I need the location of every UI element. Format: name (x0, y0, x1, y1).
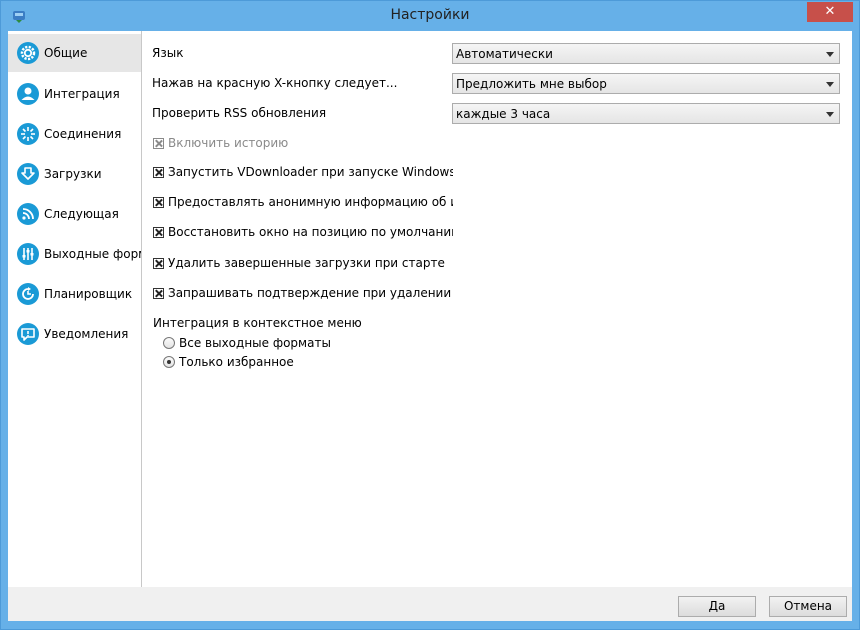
checkbox-box[interactable] (153, 257, 164, 269)
general-settings-panel: Язык Автоматически Нажав на красную X-кн… (142, 31, 852, 587)
sidebar-item-integration[interactable]: Интеграция (8, 75, 141, 113)
checkbox-label: Запрашивать подтверждение при удалении н… (168, 286, 453, 300)
ok-button[interactable]: Да (678, 596, 756, 617)
sidebar-item-label: Общие (44, 46, 88, 60)
checkbox-label: Предоставлять анонимную информацию об ис… (168, 195, 453, 209)
checkbox-label: Восстановить окно на позицию по умолчани… (168, 225, 453, 239)
checkbox-label: Включить историю (168, 136, 289, 150)
checkbox-box[interactable] (153, 287, 164, 299)
anonymous-usage-checkbox[interactable]: Предоставлять анонимную информацию об ис… (153, 195, 453, 209)
context-menu-label: Интеграция в контекстное меню (153, 316, 362, 330)
dropdown-arrow-icon (826, 112, 834, 117)
sidebar-item-label: Уведомления (44, 327, 129, 341)
client-area: Общие Интеграция Соединения Загрузки Сле… (8, 31, 852, 621)
settings-window: Настройки ✕ Общие Интеграция Соединения … (0, 0, 860, 630)
language-dropdown[interactable]: Автоматически (452, 43, 840, 64)
sidebar-item-next[interactable]: Следующая (8, 195, 141, 233)
enable-history-checkbox[interactable]: Включить историю (153, 136, 453, 150)
download-icon (17, 163, 39, 185)
gear-icon (17, 42, 39, 64)
sidebar-item-label: Выходные форматы (44, 247, 141, 261)
sidebar-item-label: Следующая (44, 207, 119, 221)
language-label: Язык (152, 46, 184, 60)
window-title: Настройки (390, 7, 470, 23)
dropdown-value: каждые 3 часа (456, 107, 551, 121)
checkbox-label: Удалить завершенные загрузки при старте (168, 256, 445, 270)
close-button[interactable]: ✕ (807, 2, 853, 22)
sidebar-item-label: Планировщик (44, 287, 133, 301)
rss-check-label: Проверить RSS обновления (152, 106, 327, 120)
dropdown-value: Предложить мне выбор (456, 77, 607, 91)
dropdown-arrow-icon (826, 52, 834, 57)
dropdown-value: Автоматически (456, 47, 553, 61)
close-action-dropdown[interactable]: Предложить мне выбор (452, 73, 840, 94)
sidebar-item-notifications[interactable]: Уведомления (8, 315, 141, 353)
sidebar-item-output-formats[interactable]: Выходные форматы (8, 235, 141, 273)
sidebar-item-downloads[interactable]: Загрузки (8, 155, 141, 193)
rss-check-dropdown[interactable]: каждые 3 часа (452, 103, 840, 124)
sidebar-item-scheduler[interactable]: Планировщик (8, 275, 141, 313)
checkbox-label: Запустить VDownloader при запуске Window… (168, 165, 453, 179)
delete-completed-checkbox[interactable]: Удалить завершенные загрузки при старте (153, 256, 453, 270)
radio-button[interactable] (163, 337, 175, 349)
connections-icon (17, 123, 39, 145)
sidebar-item-connections[interactable]: Соединения (8, 115, 141, 153)
sidebar-item-label: Интеграция (44, 87, 120, 101)
dropdown-arrow-icon (826, 82, 834, 87)
checkbox-box[interactable] (153, 166, 164, 178)
cancel-button[interactable]: Отмена (769, 596, 847, 617)
rss-icon (17, 203, 39, 225)
checkbox-box[interactable] (153, 137, 164, 149)
favorites-only-radio[interactable]: Только избранное (163, 355, 294, 369)
confirm-delete-checkbox[interactable]: Запрашивать подтверждение при удалении н… (153, 286, 453, 300)
sidebar-item-label: Соединения (44, 127, 122, 141)
close-action-label: Нажав на красную X-кнопку следует... (152, 76, 398, 90)
sidebar-item-label: Загрузки (44, 167, 102, 181)
checkbox-box[interactable] (153, 226, 164, 238)
radio-button[interactable] (163, 356, 175, 368)
radio-label: Только избранное (179, 355, 294, 369)
restore-window-checkbox[interactable]: Восстановить окно на позицию по умолчани… (153, 225, 453, 239)
checkbox-box[interactable] (153, 196, 164, 208)
radio-label: Все выходные форматы (179, 336, 331, 350)
autostart-checkbox[interactable]: Запустить VDownloader при запуске Window… (153, 165, 453, 179)
all-formats-radio[interactable]: Все выходные форматы (163, 336, 331, 350)
user-icon (17, 83, 39, 105)
title-bar[interactable]: Настройки ✕ (1, 1, 859, 31)
sidebar: Общие Интеграция Соединения Загрузки Сле… (8, 31, 142, 587)
clock-icon (17, 283, 39, 305)
notification-icon (17, 323, 39, 345)
sidebar-item-general[interactable]: Общие (8, 34, 141, 72)
sliders-icon (17, 243, 39, 265)
